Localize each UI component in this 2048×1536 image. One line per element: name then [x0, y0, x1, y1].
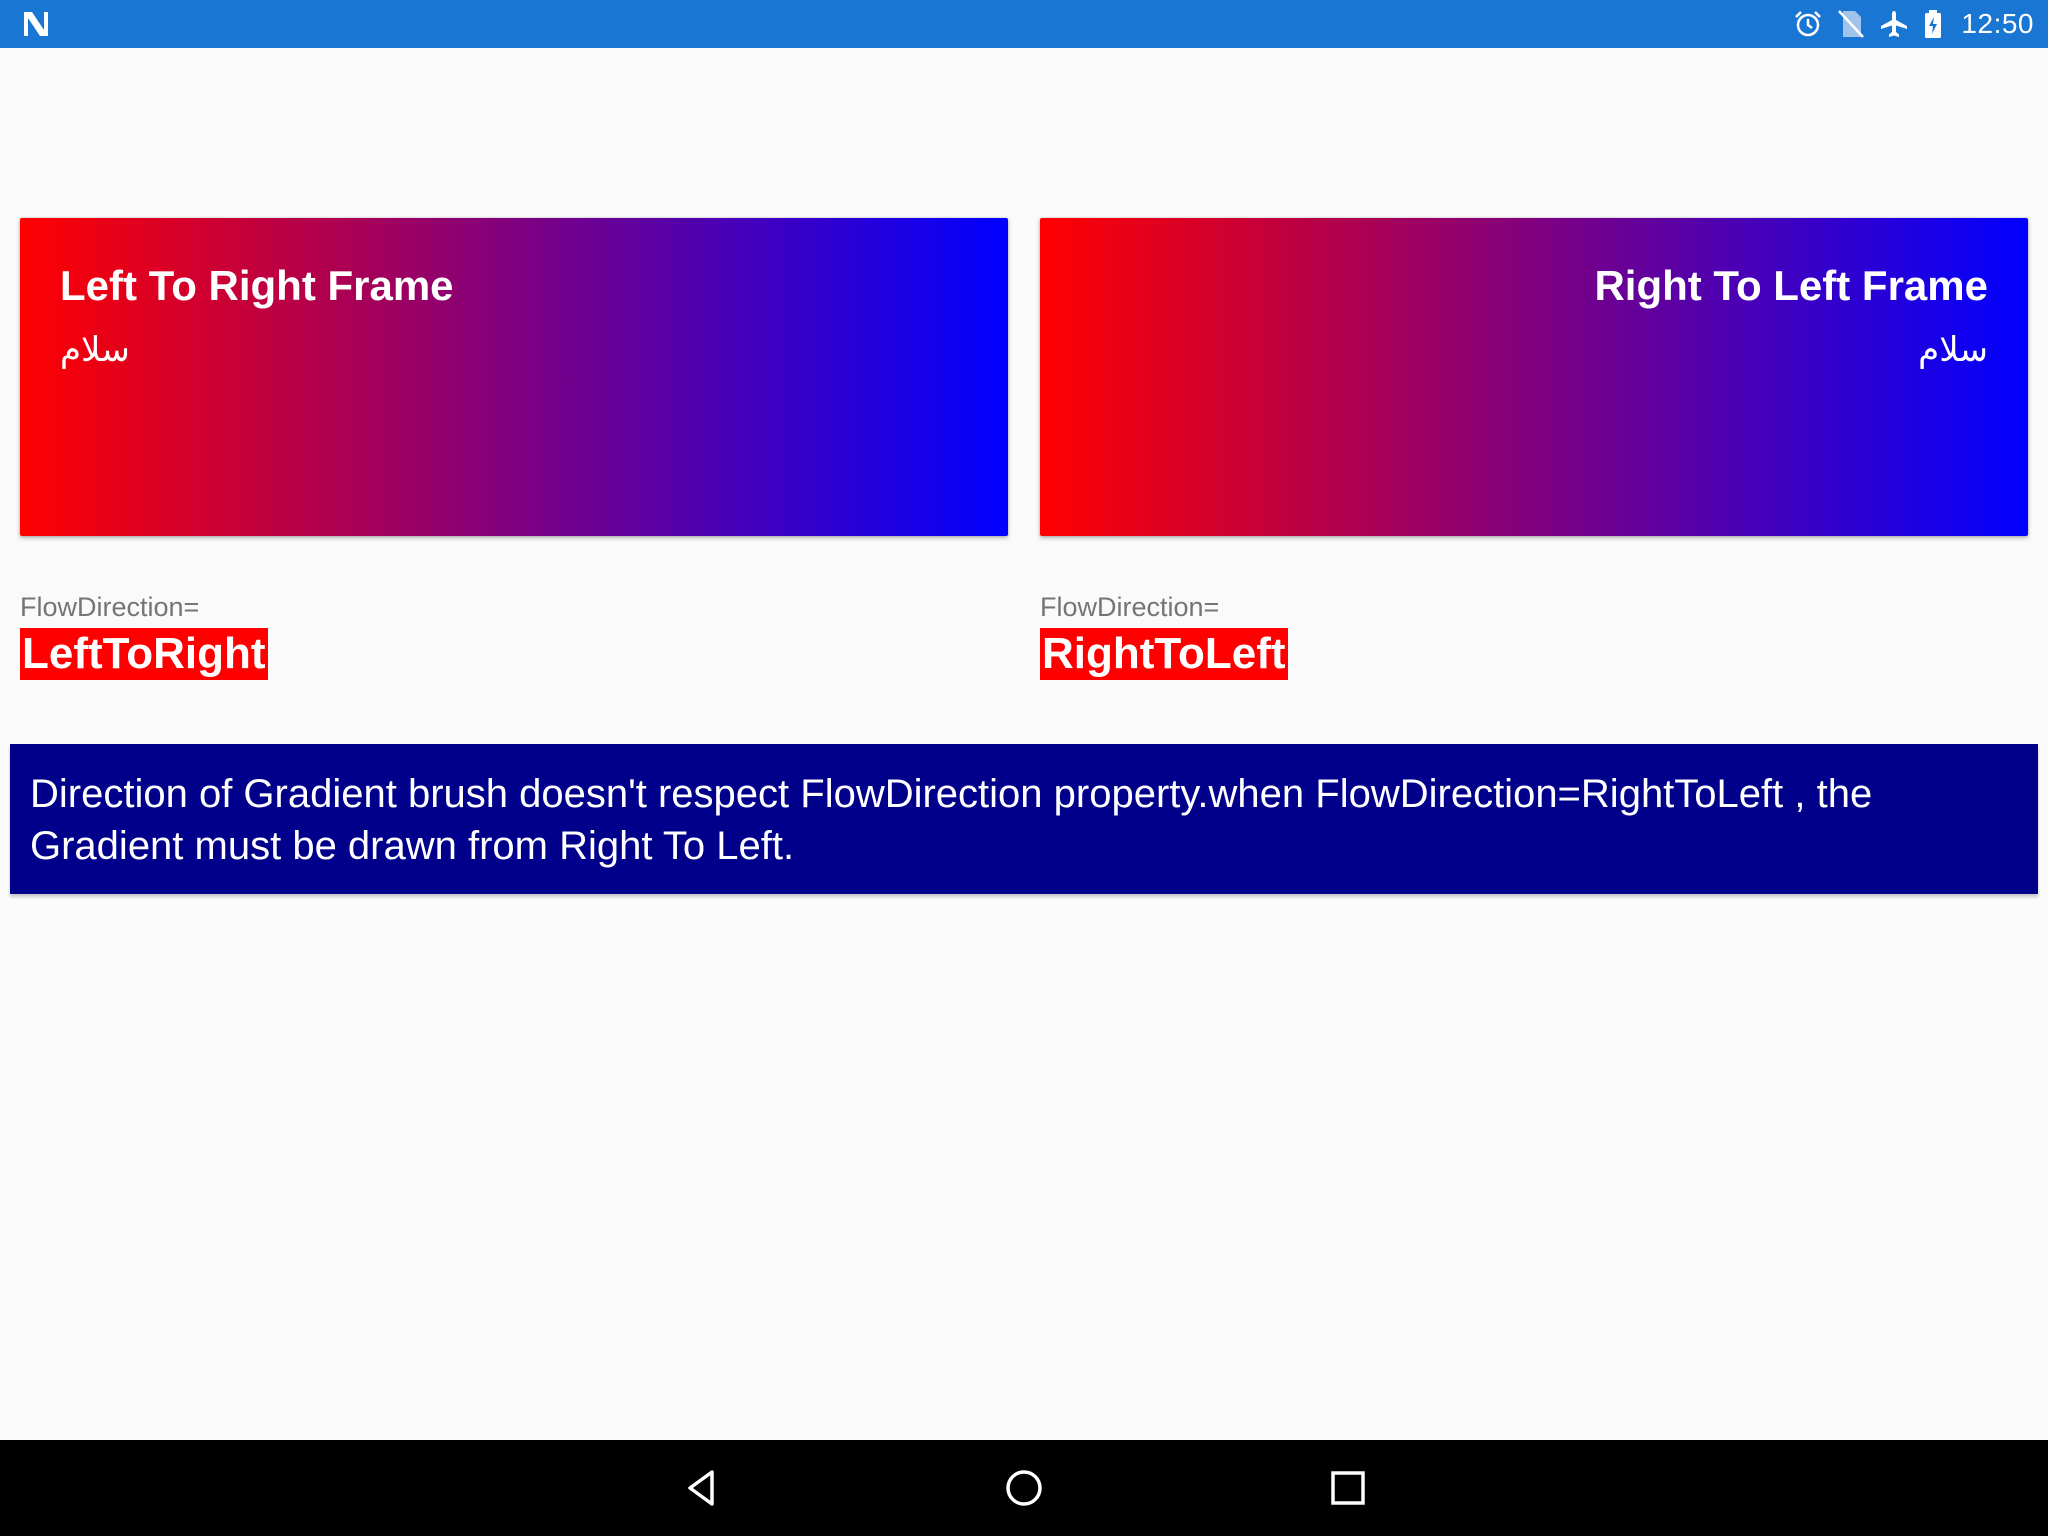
status-icons: 12:50	[1793, 0, 2034, 48]
notification-n-icon	[20, 8, 56, 40]
battery-charging-icon	[1923, 9, 1943, 39]
flow-direction-value: RightToLeft	[1040, 628, 1288, 680]
flow-direction-rtl-label: FlowDirection= RightToLeft	[1040, 590, 1288, 680]
home-button[interactable]	[1000, 1464, 1048, 1512]
info-banner-text: Direction of Gradient brush doesn't resp…	[30, 772, 1873, 868]
back-button[interactable]	[678, 1464, 726, 1512]
home-icon	[1006, 1470, 1042, 1506]
navigation-bar	[0, 1440, 2048, 1536]
recents-icon	[1331, 1471, 1365, 1505]
airplane-icon	[1879, 9, 1909, 39]
frame-arabic-text: سلام	[1918, 330, 1988, 370]
alarm-icon	[1793, 9, 1823, 39]
flow-direction-ltr-label: FlowDirection= LeftToRight	[20, 590, 268, 680]
flow-direction-caption: FlowDirection=	[20, 592, 200, 622]
back-icon	[688, 1470, 714, 1506]
recents-button[interactable]	[1324, 1464, 1372, 1512]
no-sim-icon	[1837, 9, 1865, 39]
right-to-left-frame: Right To Left Frame سلام	[1040, 218, 2028, 536]
flow-direction-caption: FlowDirection=	[1040, 592, 1220, 622]
info-banner: Direction of Gradient brush doesn't resp…	[10, 744, 2038, 894]
status-clock: 12:50	[1961, 8, 2034, 39]
frame-arabic-text: سلام	[60, 330, 130, 370]
frame-title: Right To Left Frame	[1594, 262, 1988, 309]
status-bar: 12:50	[0, 0, 2048, 48]
flow-direction-value: LeftToRight	[20, 628, 268, 680]
left-to-right-frame: Left To Right Frame سلام	[20, 218, 1008, 536]
frame-title: Left To Right Frame	[60, 262, 454, 309]
app-screen: 12:50 Left To Right Frame سلام Right To …	[0, 0, 2048, 1536]
